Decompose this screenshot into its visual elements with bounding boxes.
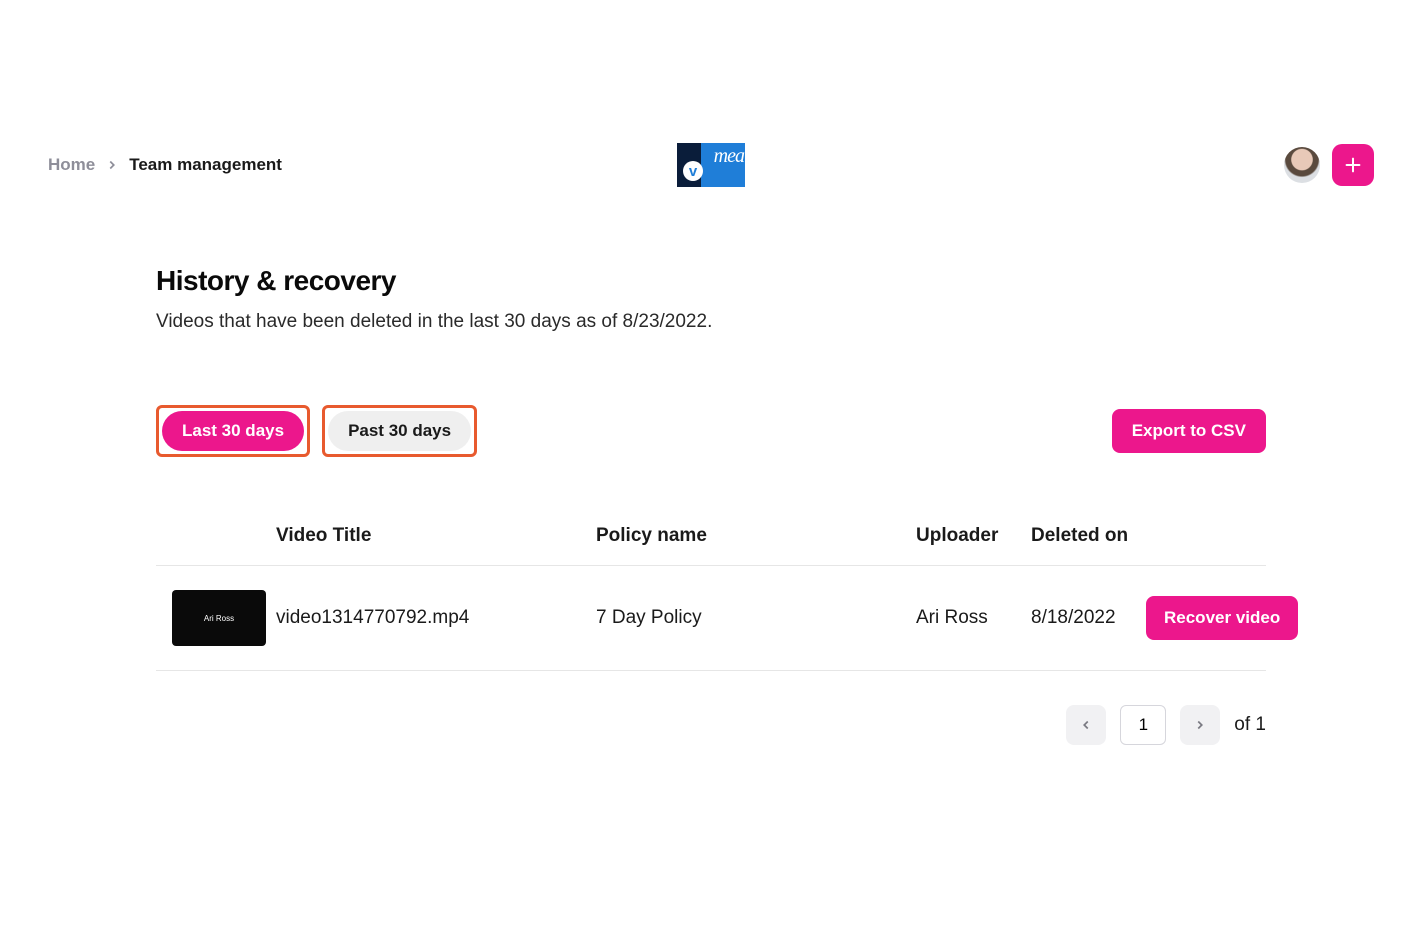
breadcrumb-home[interactable]: Home xyxy=(48,155,95,175)
plus-icon xyxy=(1342,154,1364,176)
filter-past-30-days[interactable]: Past 30 days xyxy=(328,411,471,451)
logo-badge: v xyxy=(683,161,703,181)
workspace-logo[interactable]: v mea xyxy=(677,143,745,187)
breadcrumb: Home Team management xyxy=(48,155,282,175)
page-subtitle: Videos that have been deleted in the las… xyxy=(156,311,1266,333)
filter-last-30-days[interactable]: Last 30 days xyxy=(162,411,304,451)
cell-uploader: Ari Ross xyxy=(916,607,1031,629)
pagination-next-button[interactable] xyxy=(1180,705,1220,745)
pagination: of 1 xyxy=(156,705,1266,745)
col-policy-name: Policy name xyxy=(596,525,916,547)
cell-deleted-on: 8/18/2022 xyxy=(1031,607,1146,629)
export-csv-button[interactable]: Export to CSV xyxy=(1112,409,1266,453)
page-title: History & recovery xyxy=(156,265,1266,297)
recover-video-button[interactable]: Recover video xyxy=(1146,596,1298,640)
chevron-right-icon xyxy=(105,158,119,172)
table-header-row: Video Title Policy name Uploader Deleted… xyxy=(156,525,1266,566)
filter-highlight-active: Last 30 days xyxy=(156,405,310,457)
deleted-videos-table: Video Title Policy name Uploader Deleted… xyxy=(156,525,1266,671)
pagination-page-input[interactable] xyxy=(1120,705,1166,745)
logo-script: mea xyxy=(714,145,744,168)
col-deleted-on: Deleted on xyxy=(1031,525,1146,547)
col-video-title: Video Title xyxy=(276,525,596,547)
pagination-prev-button[interactable] xyxy=(1066,705,1106,745)
table-row: Ari Ross video1314770792.mp4 7 Day Polic… xyxy=(156,566,1266,671)
chevron-left-icon xyxy=(1079,718,1093,732)
cell-video-title: video1314770792.mp4 xyxy=(276,607,596,629)
chevron-right-icon xyxy=(1193,718,1207,732)
video-thumbnail[interactable]: Ari Ross xyxy=(172,590,266,646)
breadcrumb-current: Team management xyxy=(129,155,282,175)
pagination-total: of 1 xyxy=(1234,714,1266,736)
add-button[interactable] xyxy=(1332,144,1374,186)
avatar[interactable] xyxy=(1284,147,1320,183)
col-uploader: Uploader xyxy=(916,525,1031,547)
filter-highlight-inactive: Past 30 days xyxy=(322,405,477,457)
cell-policy-name: 7 Day Policy xyxy=(596,607,916,629)
